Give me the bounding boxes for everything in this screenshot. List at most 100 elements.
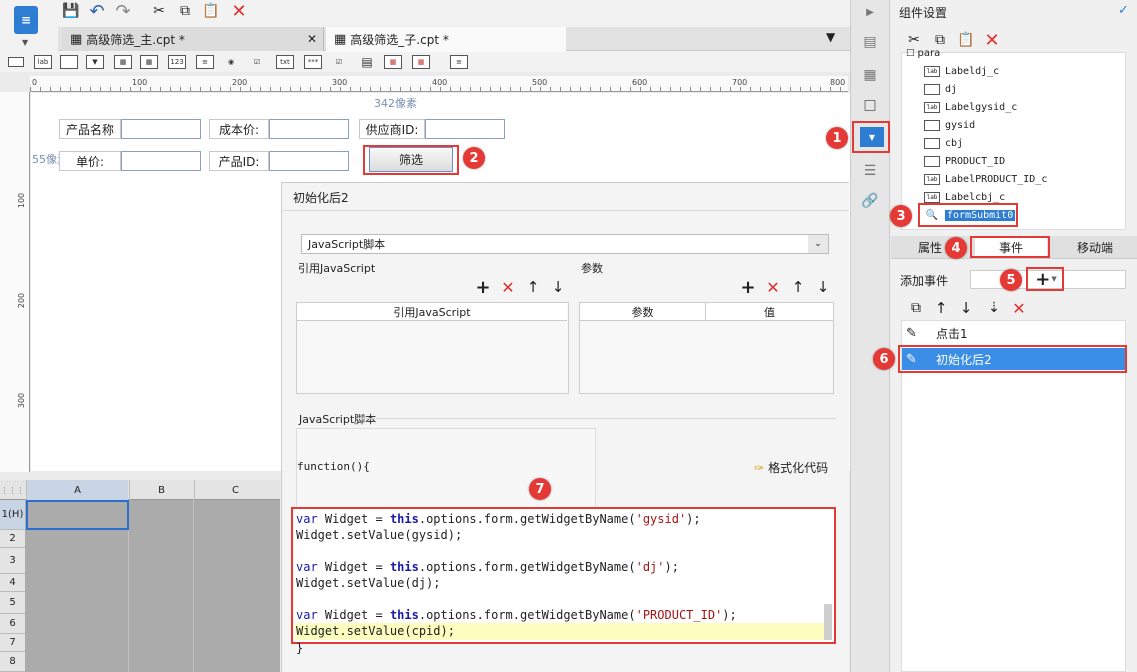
- tree-item-label: PRODUCT_ID: [945, 155, 1006, 167]
- arrow-down-icon[interactable]: ↓: [547, 276, 569, 298]
- undo-icon[interactable]: ↶: [86, 0, 108, 22]
- product-name-label[interactable]: 产品名称: [59, 119, 121, 139]
- row-header[interactable]: 6: [0, 614, 25, 634]
- tree-item[interactable]: gysid: [924, 117, 975, 133]
- arrow-down-icon[interactable]: ↓: [955, 297, 977, 319]
- frame-icon[interactable]: □: [859, 94, 881, 116]
- collapse-icon[interactable]: ✓: [1118, 3, 1129, 18]
- layout-icon[interactable]: ▤: [859, 31, 881, 53]
- ruler-tick: 300: [17, 392, 27, 409]
- delete-icon[interactable]: ✕: [497, 276, 519, 298]
- save-icon[interactable]: 💾: [60, 0, 82, 22]
- calendar-icon[interactable]: ▦: [384, 55, 402, 69]
- tree-item[interactable]: lab LabelPRODUCT_ID_c: [924, 171, 1047, 187]
- supplier-id-label[interactable]: 供应商ID:: [359, 119, 425, 139]
- select-all-corner[interactable]: ⋮⋮⋮: [0, 480, 25, 500]
- callout-badge: 6: [873, 348, 895, 370]
- tree-item[interactable]: lab Labeldj_c: [924, 63, 999, 79]
- txt-widget-icon[interactable]: txt: [276, 55, 294, 69]
- cost-input[interactable]: [269, 119, 349, 139]
- row-header[interactable]: 8: [0, 652, 25, 672]
- paste-icon[interactable]: 📋: [200, 0, 222, 22]
- ruler-tick: 200: [17, 292, 27, 309]
- delete-icon[interactable]: ✕: [228, 0, 250, 22]
- column-header[interactable]: C: [194, 480, 276, 500]
- grid-icon: ▦: [70, 31, 83, 47]
- format-code-button[interactable]: ✑ 格式化代码: [754, 459, 828, 476]
- stack-icon[interactable]: ☰: [859, 160, 881, 182]
- close-icon[interactable]: ✕: [307, 32, 317, 46]
- textbox-widget-icon[interactable]: [60, 55, 78, 69]
- cost-label[interactable]: 成本价:: [209, 119, 269, 139]
- label-widget-icon: lab: [924, 65, 940, 77]
- delete-icon[interactable]: ✕: [762, 276, 784, 298]
- move-bottom-icon[interactable]: ⇣: [983, 297, 1005, 319]
- arrow-down-icon[interactable]: ↓: [812, 276, 834, 298]
- label-widget-icon[interactable]: lab: [34, 55, 52, 69]
- tree-item[interactable]: cbj: [924, 135, 963, 151]
- supplier-id-input[interactable]: [425, 119, 505, 139]
- unit-price-label[interactable]: 单价:: [59, 151, 121, 171]
- copy-icon[interactable]: ⧉: [174, 0, 196, 22]
- arrow-up-icon[interactable]: ↑: [787, 276, 809, 298]
- script-type-select[interactable]: JavaScript脚本 ⌄: [301, 234, 829, 254]
- checkbox-group-icon[interactable]: ☑: [330, 55, 348, 69]
- tree-item-label: LabelPRODUCT_ID_c: [945, 173, 1048, 185]
- expand-arrow-icon[interactable]: ▶: [859, 1, 881, 23]
- date-widget-icon[interactable]: ▦: [140, 55, 158, 69]
- tree-widget-icon[interactable]: ▤: [358, 55, 376, 69]
- redo-icon[interactable]: ↷: [112, 0, 134, 22]
- row-header[interactable]: 3: [0, 548, 25, 574]
- column-header[interactable]: B: [129, 480, 193, 500]
- product-name-input[interactable]: [121, 119, 201, 139]
- row-header[interactable]: 4: [0, 574, 25, 592]
- paste-icon[interactable]: 📋: [955, 29, 977, 51]
- add-event-label: 添加事件: [900, 274, 949, 288]
- tree-item[interactable]: lab Labelgysid_c: [924, 99, 1017, 115]
- textarea-widget-icon[interactable]: ≡: [196, 55, 214, 69]
- number-widget-icon[interactable]: 123: [168, 55, 186, 69]
- list-widget-icon[interactable]: ≡: [450, 55, 468, 69]
- tab-menu-icon[interactable]: ▼: [826, 30, 835, 44]
- event-item[interactable]: ✎ 点击1: [902, 322, 1125, 344]
- password-widget-icon[interactable]: ***: [304, 55, 322, 69]
- unit-price-input[interactable]: [121, 151, 201, 171]
- arrow-up-icon[interactable]: ↑: [930, 297, 952, 319]
- tab-sub[interactable]: ▦ 高级筛选_子.cpt *: [326, 27, 566, 52]
- row-header[interactable]: 2: [0, 530, 25, 548]
- app-logo-icon[interactable]: ≡: [14, 6, 38, 34]
- label-widget-icon: lab: [924, 101, 940, 113]
- callout-badge: 3: [890, 205, 912, 227]
- add-icon[interactable]: +: [737, 276, 759, 298]
- label-widget-icon[interactable]: [8, 57, 24, 67]
- row-header[interactable]: 7: [0, 634, 25, 652]
- checkbox-widget-icon[interactable]: ☑: [248, 55, 266, 69]
- function-header: function(){: [297, 460, 370, 473]
- tree-root[interactable]: □ para: [906, 47, 940, 59]
- product-id-label[interactable]: 产品ID:: [209, 151, 269, 171]
- radio-widget-icon[interactable]: ◉: [222, 55, 240, 69]
- cut-icon[interactable]: ✂: [148, 0, 170, 22]
- tree-item[interactable]: PRODUCT_ID: [924, 153, 1005, 169]
- selected-cell[interactable]: [26, 500, 129, 530]
- chevron-down-icon[interactable]: ▼: [22, 38, 28, 47]
- add-icon[interactable]: +: [472, 276, 494, 298]
- row-header[interactable]: 1(H): [0, 500, 25, 530]
- widget-info-icon[interactable]: ▦: [859, 64, 881, 86]
- product-id-input[interactable]: [269, 151, 349, 171]
- tree-item[interactable]: dj: [924, 81, 957, 97]
- calendar-range-icon[interactable]: ▦: [412, 55, 430, 69]
- copy-icon[interactable]: ⧉: [905, 297, 927, 319]
- delete-icon[interactable]: ✕: [981, 29, 1003, 51]
- row-header[interactable]: 5: [0, 592, 25, 614]
- combo-widget-icon[interactable]: ▼: [86, 55, 104, 69]
- arrow-up-icon[interactable]: ↑: [522, 276, 544, 298]
- column-header[interactable]: A: [26, 480, 128, 500]
- link-icon[interactable]: 🔗: [859, 190, 881, 212]
- delete-icon[interactable]: ✕: [1008, 297, 1030, 319]
- ref-js-column-header: 引用JavaScript: [297, 303, 567, 321]
- tab-mobile[interactable]: 移动端: [1060, 237, 1130, 258]
- tab-properties-label: 属性: [917, 241, 942, 255]
- grid-widget-icon[interactable]: ▦: [114, 55, 132, 69]
- tab-main[interactable]: ▦ 高级筛选_主.cpt * ✕: [62, 27, 324, 51]
